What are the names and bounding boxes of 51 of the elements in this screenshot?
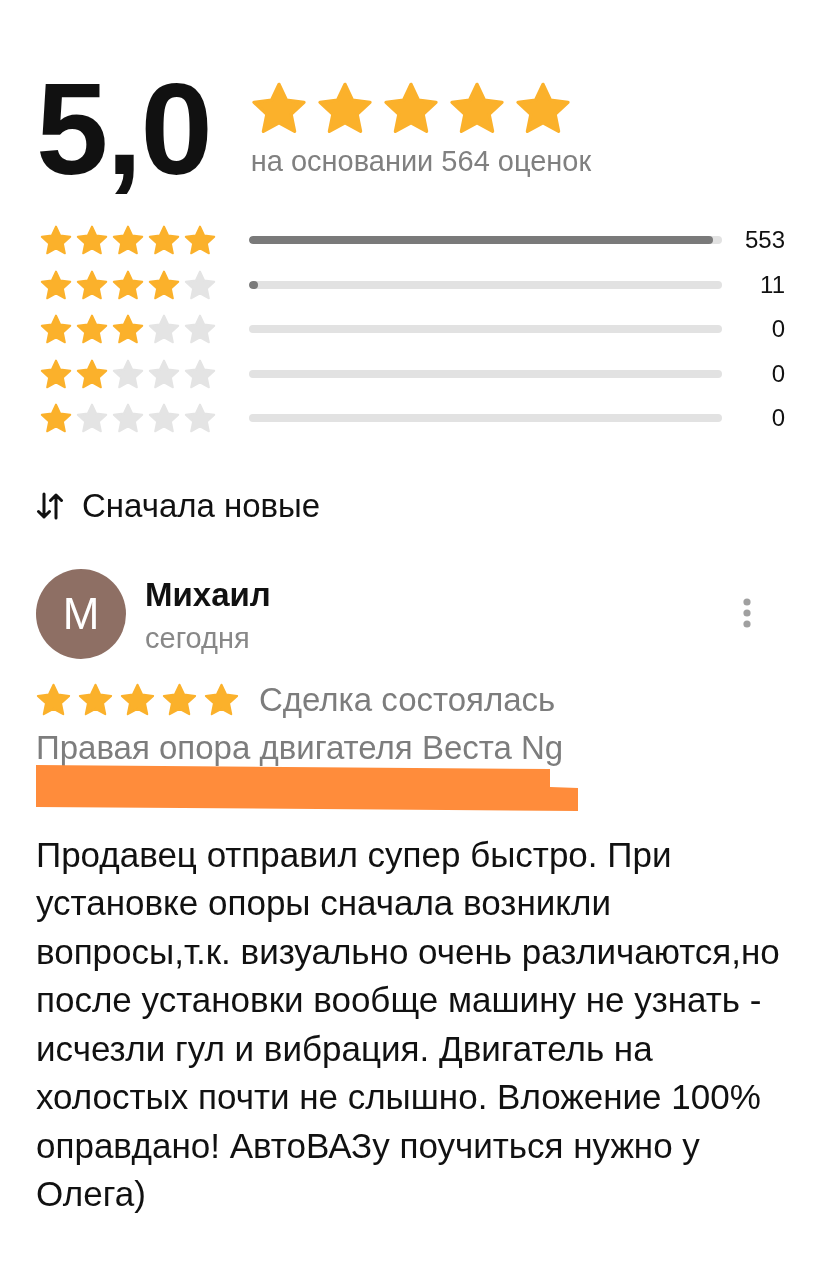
empty-star-icon — [148, 314, 180, 345]
review-text: Продавец отправил супер быстро. При установке опоры сначала возникли вопросы,т.к. визуально очень различаются,но после установки вообще машину не узнать - исчезли гул и вибрация. Двигатель на холостых почти не слышно. Вложение 100% оправдано! АвтоВАЗу поучиться нужно у Олега) — [36, 833, 781, 1215]
filled-star-icon — [36, 683, 71, 716]
rating-count: 11 — [760, 269, 785, 300]
empty-star-icon — [184, 358, 216, 389]
filled-star-icon — [250, 82, 307, 134]
filled-star-icon — [148, 269, 180, 300]
rating-count: 0 — [771, 358, 785, 389]
filled-star-icon — [120, 683, 155, 716]
product-name: Правая опора двигателя Веста Ng — [36, 728, 565, 767]
filled-star-icon — [382, 82, 439, 134]
empty-star-icon — [112, 403, 144, 434]
empty-star-icon — [112, 358, 144, 389]
sort-button[interactable]: Сначала новые — [36, 486, 321, 525]
filled-star-icon — [162, 683, 197, 716]
filled-star-icon — [40, 358, 72, 389]
avatar: М — [36, 568, 126, 659]
empty-star-icon — [184, 269, 216, 300]
empty-star-icon — [184, 314, 216, 345]
filled-star-icon — [112, 269, 144, 300]
kebab-menu-icon — [743, 597, 751, 628]
empty-star-icon — [148, 403, 180, 434]
average-score: 5,0 — [36, 64, 211, 194]
filled-star-icon — [76, 314, 108, 345]
filled-star-icon — [448, 82, 505, 134]
author-name: Михаил — [145, 574, 271, 615]
filled-star-icon — [76, 358, 108, 389]
rating-count: 553 — [744, 225, 785, 256]
rating-count: 0 — [771, 403, 785, 434]
filled-star-icon — [40, 225, 72, 256]
review-date: сегодня — [145, 620, 251, 655]
filled-star-icon — [40, 314, 72, 345]
filled-star-icon — [40, 269, 72, 300]
filled-star-icon — [184, 225, 216, 256]
empty-star-icon — [184, 403, 216, 434]
filled-star-icon — [204, 683, 239, 716]
filled-star-icon — [148, 225, 180, 256]
filled-star-icon — [40, 403, 72, 434]
empty-star-icon — [148, 358, 180, 389]
deal-status: Сделка состоялась — [259, 680, 556, 719]
ratings-count-caption: на основании 564 оценок — [250, 144, 592, 178]
sort-icon — [36, 491, 64, 520]
filled-star-icon — [76, 225, 108, 256]
filled-star-icon — [112, 225, 144, 256]
filled-star-icon — [76, 269, 108, 300]
rating-count: 0 — [771, 314, 785, 345]
filled-star-icon — [316, 82, 373, 134]
filled-star-icon — [514, 82, 571, 134]
empty-star-icon — [76, 403, 108, 434]
filled-star-icon — [112, 314, 144, 345]
filled-star-icon — [78, 683, 113, 716]
